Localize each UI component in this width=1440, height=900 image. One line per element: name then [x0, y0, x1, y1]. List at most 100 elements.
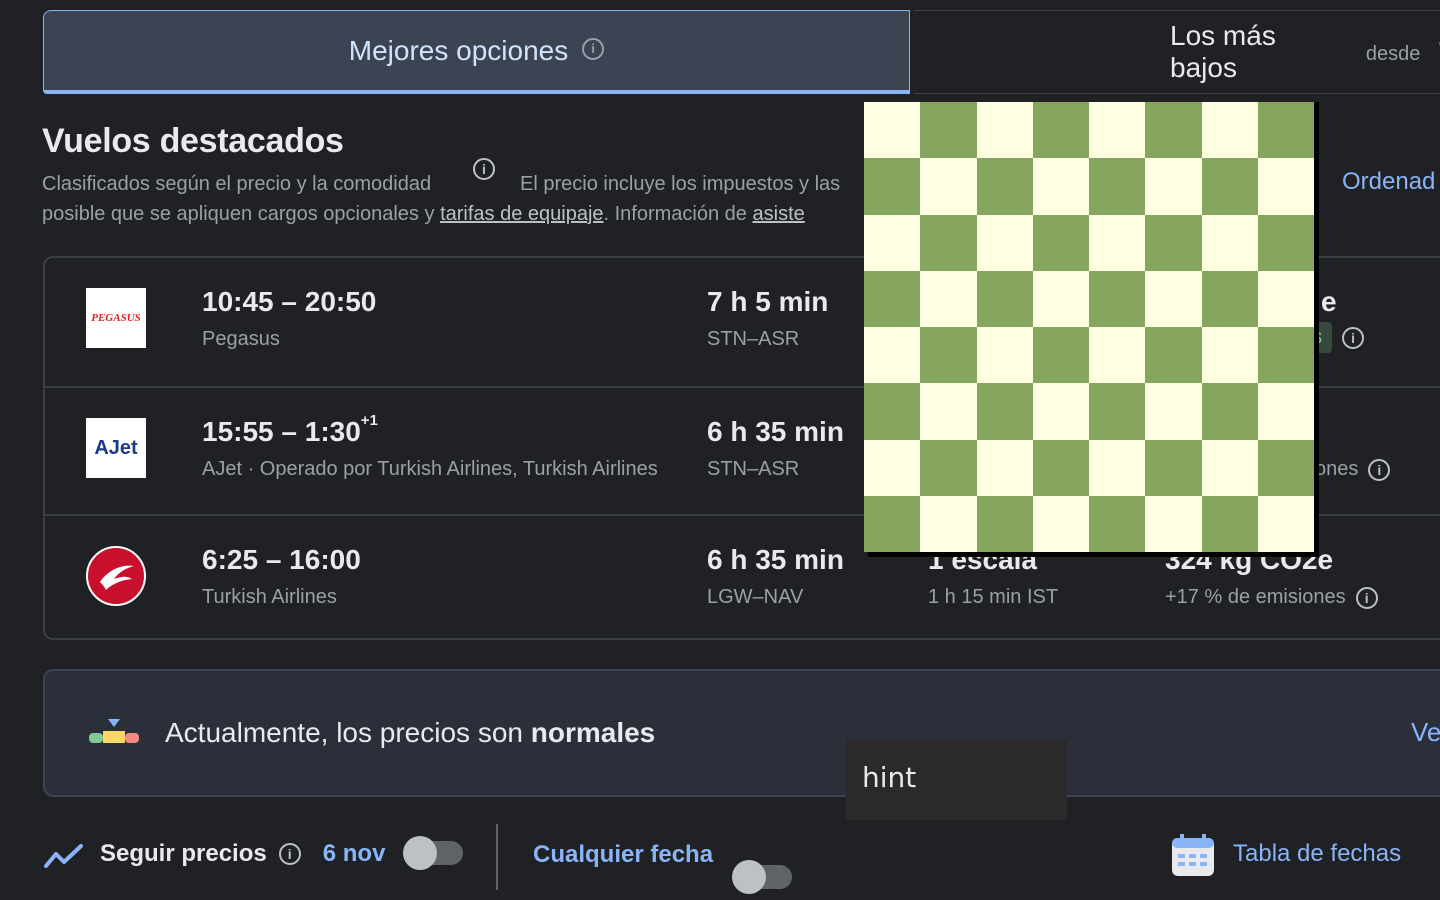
- board-square[interactable]: [1145, 214, 1202, 271]
- emissions-info-icon[interactable]: i: [1342, 326, 1365, 349]
- board-square[interactable]: [920, 439, 977, 496]
- any-date-toggle[interactable]: [732, 860, 792, 894]
- price-insight-prefix: Actualmente, los precios son: [165, 717, 523, 748]
- flight-times: 10:45 – 20:50: [202, 286, 376, 318]
- board-square[interactable]: [1201, 327, 1258, 384]
- board-square[interactable]: [1201, 383, 1258, 440]
- flight-emissions: e: [1321, 286, 1337, 317]
- turkish-airlines-logo-mark: [86, 546, 146, 606]
- board-square[interactable]: [1145, 102, 1202, 159]
- sort-button[interactable]: Ordenad: [1342, 168, 1435, 196]
- board-square[interactable]: [1257, 327, 1314, 384]
- board-square[interactable]: [976, 214, 1033, 271]
- board-square[interactable]: [1201, 439, 1258, 496]
- board-square[interactable]: [1032, 439, 1089, 496]
- info-text: . Información de: [603, 203, 747, 225]
- board-square[interactable]: [1201, 102, 1258, 159]
- board-square[interactable]: [920, 158, 977, 215]
- board-square[interactable]: [976, 158, 1033, 215]
- board-square[interactable]: [1257, 495, 1314, 552]
- tab-lowest[interactable]: Los más bajos desde 7: [914, 10, 1440, 94]
- calendar-grid-icon: [1172, 834, 1214, 876]
- chess-board[interactable]: [864, 102, 1314, 552]
- price-insight-card[interactable]: Actualmente, los precios son normales Ve: [43, 669, 1440, 797]
- baggage-fees-link[interactable]: tarifas de equipaje: [440, 203, 603, 225]
- flight-times-text: 15:55 – 1:30: [202, 416, 361, 447]
- date-grid-button[interactable]: Tabla de fechas: [1233, 840, 1401, 868]
- board-square[interactable]: [1257, 158, 1314, 215]
- board-square[interactable]: [1032, 270, 1089, 327]
- board-square[interactable]: [920, 327, 977, 384]
- board-square[interactable]: [1257, 383, 1314, 440]
- track-info-icon[interactable]: i: [278, 843, 301, 865]
- board-square[interactable]: [1089, 270, 1146, 327]
- board-square[interactable]: [1145, 158, 1202, 215]
- board-square[interactable]: [1089, 439, 1146, 496]
- board-square[interactable]: [1032, 327, 1089, 384]
- board-square[interactable]: [864, 495, 921, 552]
- board-square[interactable]: [976, 495, 1033, 552]
- board-square[interactable]: [1201, 158, 1258, 215]
- price-history-link[interactable]: Ve: [1411, 717, 1440, 748]
- board-square[interactable]: [976, 270, 1033, 327]
- board-square[interactable]: [976, 102, 1033, 159]
- flight-duration: 6 h 35 min: [707, 416, 844, 447]
- flight-times: 15:55 – 1:30+1: [202, 412, 378, 448]
- board-square[interactable]: [864, 214, 921, 271]
- board-square[interactable]: [1089, 383, 1146, 440]
- board-square[interactable]: [1032, 158, 1089, 215]
- board-square[interactable]: [1089, 214, 1146, 271]
- board-square[interactable]: [920, 270, 977, 327]
- ranking-info-icon[interactable]: i: [473, 158, 495, 180]
- info-icon[interactable]: i: [582, 37, 605, 60]
- board-square[interactable]: [920, 495, 977, 552]
- board-square[interactable]: [920, 102, 977, 159]
- board-square[interactable]: [1201, 495, 1258, 552]
- flight-route: STN–ASR: [707, 458, 800, 480]
- board-square[interactable]: [1201, 214, 1258, 271]
- board-square[interactable]: [1032, 102, 1089, 159]
- board-square[interactable]: [1257, 439, 1314, 496]
- any-date-label: Cualquier fecha: [533, 841, 714, 868]
- board-square[interactable]: [864, 158, 921, 215]
- board-square[interactable]: [1089, 327, 1146, 384]
- board-square[interactable]: [976, 439, 1033, 496]
- board-square[interactable]: [920, 383, 977, 440]
- board-square[interactable]: [1257, 102, 1314, 159]
- board-square[interactable]: [864, 270, 921, 327]
- board-square[interactable]: [864, 383, 921, 440]
- board-square[interactable]: [1145, 383, 1202, 440]
- board-square[interactable]: [1257, 270, 1314, 327]
- board-square[interactable]: [1032, 495, 1089, 552]
- flight-airline: Turkish Airlines: [202, 586, 337, 608]
- board-square[interactable]: [864, 439, 921, 496]
- board-square[interactable]: [1257, 214, 1314, 271]
- board-square[interactable]: [920, 214, 977, 271]
- board-square[interactable]: [976, 383, 1033, 440]
- tab-best-options[interactable]: Mejores opciones i: [43, 10, 910, 94]
- board-square[interactable]: [1032, 214, 1089, 271]
- flight-duration: 7 h 5 min: [707, 286, 829, 317]
- board-square[interactable]: [1201, 270, 1258, 327]
- tab-best-label: Mejores opciones: [348, 34, 569, 66]
- board-square[interactable]: [976, 327, 1033, 384]
- board-square[interactable]: [1089, 102, 1146, 159]
- board-square[interactable]: [1145, 327, 1202, 384]
- board-square[interactable]: [864, 327, 921, 384]
- pegasus-logo: PEGASUS: [86, 288, 146, 348]
- ajet-logo-text: AJet: [94, 436, 138, 459]
- board-square[interactable]: [864, 102, 921, 159]
- price-note-line2: posible que se apliquen cargos opcionale…: [42, 199, 805, 229]
- board-square[interactable]: [1145, 439, 1202, 496]
- track-date-toggle[interactable]: [403, 836, 463, 870]
- board-square[interactable]: [1089, 158, 1146, 215]
- board-square[interactable]: [1032, 383, 1089, 440]
- emissions-info-icon[interactable]: i: [1368, 458, 1391, 481]
- board-square[interactable]: [1145, 270, 1202, 327]
- flight-airline: AJet · Operado por Turkish Airlines, Tur…: [202, 458, 658, 480]
- emissions-info-icon[interactable]: i: [1355, 586, 1378, 609]
- board-square[interactable]: [1089, 495, 1146, 552]
- emissions-note: ones: [1315, 458, 1359, 480]
- board-square[interactable]: [1145, 495, 1202, 552]
- assistance-link[interactable]: asiste: [753, 203, 805, 225]
